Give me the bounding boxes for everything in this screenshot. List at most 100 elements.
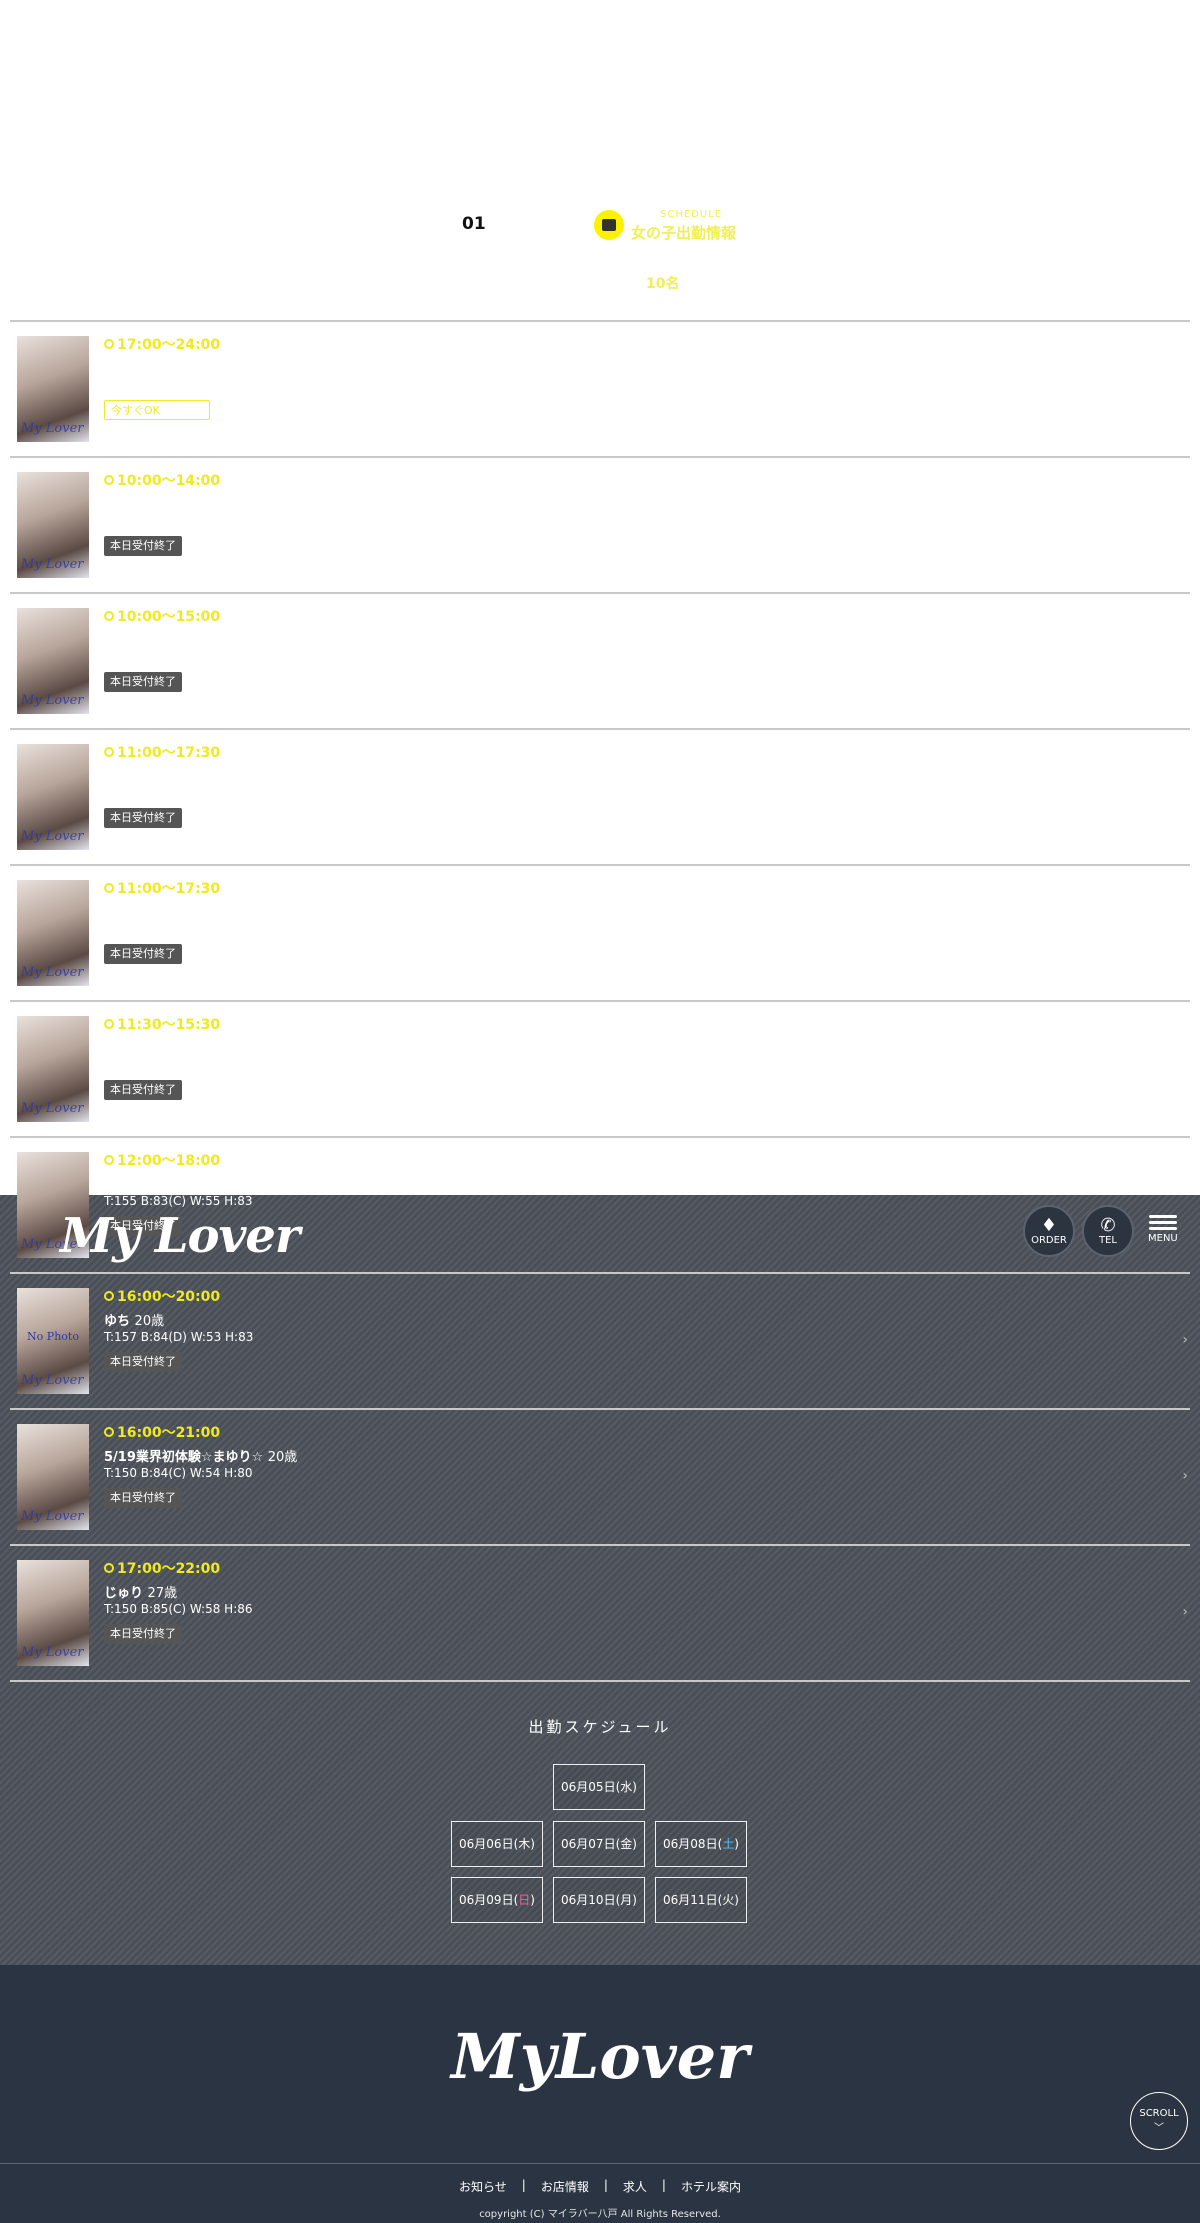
profile-photo[interactable]: My Lover: [17, 1424, 89, 1530]
list-item[interactable]: My Lover 16:00〜21:00 5/19業界初体験☆まゆり☆ 20歳 …: [10, 1408, 1190, 1546]
footer-nav-link[interactable]: お知らせ: [444, 2178, 522, 2195]
schedule-title: 女の子出勤情報: [631, 224, 737, 242]
schedule-day-button[interactable]: 06月09日(日): [451, 1877, 543, 1923]
schedule-day-button[interactable]: 06月05日(水): [553, 1764, 645, 1810]
order-label: ORDER: [1031, 1234, 1067, 1246]
profile-photo[interactable]: My Lover: [17, 1016, 89, 1122]
schedule-day-button[interactable]: 06月06日(木): [451, 1821, 543, 1867]
shift-time: 12:00〜18:00: [104, 1150, 220, 1170]
watermark: My Lover: [21, 1645, 84, 1660]
menu-button[interactable]: MENU: [1148, 1212, 1178, 1244]
attendance-count: 10名: [646, 276, 680, 292]
list-item[interactable]: My Lover 10:00〜15:00 本日受付終了: [10, 592, 1190, 730]
profile-photo[interactable]: My Lover: [17, 1560, 89, 1666]
clock-icon: [104, 1563, 114, 1573]
shift-time: 17:00〜22:00: [104, 1558, 220, 1578]
profile-photo[interactable]: My Lover: [17, 472, 89, 578]
watermark: My Lover: [21, 557, 84, 572]
schedule-en-label: SCHEDULE: [660, 209, 723, 220]
schedule-section-title: 出勤スケジュール: [528, 1718, 672, 1736]
hamburger-icon: [1148, 1212, 1177, 1233]
footer-divider: [0, 2163, 1200, 2164]
shift-time-text: 11:00〜17:30: [117, 881, 221, 897]
status-badge: 本日受付終了: [104, 1624, 182, 1644]
watermark: My Lover: [21, 1101, 84, 1116]
status-badge: 今すぐOK: [104, 400, 210, 420]
footer-nav-link[interactable]: 求人: [608, 2178, 662, 2195]
profile-photo[interactable]: My Lover: [17, 608, 89, 714]
scroll-label: SCROLL: [1139, 2108, 1179, 2119]
clock-icon: [104, 611, 114, 621]
menu-label: MENU: [1148, 1233, 1178, 1244]
watermark: My Lover: [21, 693, 84, 708]
phone-icon: ✆: [1100, 1214, 1116, 1236]
chevron-down-icon: ﹀: [1154, 2123, 1164, 2134]
chevron-right-icon: ›: [1182, 1468, 1188, 1484]
order-button[interactable]: ♦ ORDER: [1023, 1205, 1075, 1257]
footer-nav-link[interactable]: ホテル案内: [666, 2178, 756, 2195]
list-item[interactable]: My Lover 11:00〜17:30 本日受付終了: [10, 728, 1190, 866]
profile-photo[interactable]: No Photo My Lover: [17, 1288, 89, 1394]
clock-icon: [104, 339, 114, 349]
schedule-day-button[interactable]: 06月10日(月): [553, 1877, 645, 1923]
status-badge: 本日受付終了: [104, 536, 182, 556]
profile-photo[interactable]: My Lover: [17, 336, 89, 442]
list-item[interactable]: My Lover 11:30〜15:30 本日受付終了: [10, 1000, 1190, 1138]
status-badge: 本日受付終了: [104, 808, 182, 828]
header-logo[interactable]: My Lover: [60, 1208, 300, 1264]
shift-time: 17:00〜24:00: [104, 334, 220, 354]
list-divider: [10, 1680, 1190, 1682]
watermark: My Lover: [21, 421, 84, 436]
girl-name: ゆち 20歳: [104, 1314, 165, 1329]
tel-button[interactable]: ✆ TEL: [1082, 1205, 1134, 1257]
clock-icon: [104, 883, 114, 893]
no-photo-label: No Photo: [27, 1330, 79, 1343]
clock-icon: [104, 1427, 114, 1437]
watermark: My Lover: [21, 829, 84, 844]
girl-name: じゅり 27歳: [104, 1586, 178, 1601]
schedule-day-button[interactable]: 06月08日(土): [655, 1821, 747, 1867]
shift-time: 11:00〜17:30: [104, 878, 220, 898]
status-badge: 本日受付終了: [104, 1488, 182, 1508]
clock-icon: [104, 747, 114, 757]
list-item[interactable]: My Lover 10:00〜14:00 本日受付終了: [10, 456, 1190, 594]
shift-time: 10:00〜14:00: [104, 470, 220, 490]
girl-age: 20歳: [267, 1450, 298, 1465]
schedule-day-button[interactable]: 06月11日(火): [655, 1877, 747, 1923]
shift-time-text: 10:00〜14:00: [117, 473, 221, 489]
girl-age: 20歳: [134, 1314, 165, 1329]
shift-time: 11:00〜17:30: [104, 742, 220, 762]
schedule-day-button[interactable]: 06月07日(金): [553, 1821, 645, 1867]
status-badge: 本日受付終了: [104, 1080, 182, 1100]
shift-time-text: 17:00〜22:00: [117, 1561, 221, 1577]
list-item[interactable]: My Lover 11:00〜17:30 本日受付終了: [10, 864, 1190, 1002]
girl-age: 27歳: [147, 1586, 178, 1601]
scroll-button[interactable]: SCROLL ﹀: [1130, 2092, 1188, 2150]
footer-nav-link[interactable]: お店情報: [526, 2178, 604, 2195]
shift-time: 16:00〜21:00: [104, 1422, 220, 1442]
chevron-right-icon: ›: [1182, 1332, 1188, 1348]
shift-time-text: 10:00〜15:00: [117, 609, 221, 625]
shift-time: 11:30〜15:30: [104, 1014, 220, 1034]
footer-nav: お知らせ | お店情報 | 求人 | ホテル案内: [0, 2178, 1200, 2195]
shift-time-text: 16:00〜20:00: [117, 1289, 221, 1305]
shift-time-text: 11:00〜17:30: [117, 745, 221, 761]
copyright: copyright (C) マイラバー八戸 All Rights Reserve…: [479, 2209, 721, 2220]
list-item[interactable]: No Photo My Lover 16:00〜20:00 ゆち 20歳 T:1…: [10, 1272, 1190, 1410]
footer-logo[interactable]: MyLover: [0, 2020, 1200, 2093]
list-item[interactable]: My Lover 17:00〜22:00 じゅり 27歳 T:150 B:85(…: [10, 1544, 1190, 1682]
measurements: T:157 B:84(D) W:53 H:83: [104, 1330, 254, 1344]
watermark: My Lover: [21, 965, 84, 980]
profile-photo[interactable]: My Lover: [17, 744, 89, 850]
shift-time-text: 17:00〜24:00: [117, 337, 221, 353]
profile-photo[interactable]: My Lover: [17, 880, 89, 986]
watermark: My Lover: [21, 1373, 84, 1388]
status-badge: 本日受付終了: [104, 944, 182, 964]
clock-icon: [104, 1019, 114, 1029]
tel-label: TEL: [1099, 1234, 1117, 1246]
status-badge: 本日受付終了: [104, 672, 182, 692]
tuxedo-icon: ♦: [1040, 1214, 1058, 1236]
list-item[interactable]: My Lover 17:00〜24:00 今すぐOK: [10, 320, 1190, 458]
calendar-icon: [594, 210, 624, 240]
chevron-right-icon: ›: [1182, 1604, 1188, 1620]
